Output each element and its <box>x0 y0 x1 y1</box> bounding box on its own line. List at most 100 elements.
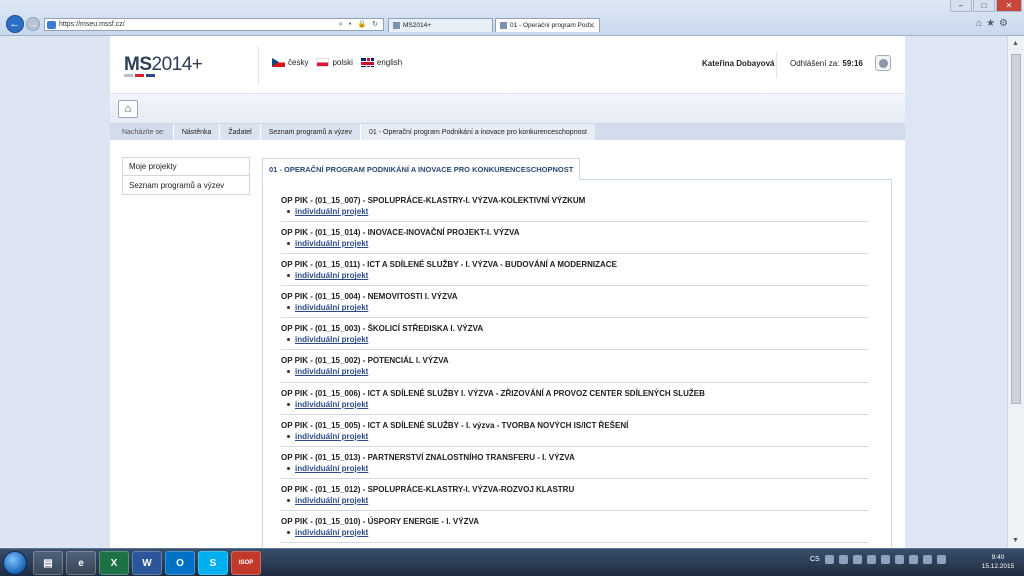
browser-tab-active[interactable]: 01 - Operační program Pod... ✕ <box>495 18 600 32</box>
uk-flag-icon <box>360 58 374 67</box>
skype-taskbar-icon[interactable]: S <box>198 551 228 575</box>
lang-english[interactable]: english <box>360 58 402 67</box>
scroll-up-icon[interactable]: ▲ <box>1012 40 1019 47</box>
page-scrollbar[interactable]: ▲ ▼ <box>1007 36 1024 548</box>
start-button[interactable] <box>3 551 27 575</box>
breadcrumb-item-applicant[interactable]: Žadatel <box>219 124 260 140</box>
isop-taskbar-icon[interactable]: ISOP <box>231 551 261 575</box>
breadcrumb-item-programs[interactable]: Seznam programů a výzev <box>259 124 361 140</box>
program-link-label[interactable]: individuální projekt <box>295 271 368 280</box>
browser-toolbar: – □ ✕ ← → https://mseu.mssf.cz/ ⌕ ▾ 🔒 ↻ … <box>0 0 1024 36</box>
tray-app-icon[interactable] <box>894 555 904 564</box>
program-link[interactable]: individuální projekt <box>287 335 869 344</box>
program-link[interactable]: individuální projekt <box>287 400 869 409</box>
program-link-label[interactable]: individuální projekt <box>295 400 368 409</box>
site-header: MS2014+ česky polski english Kateřina Do… <box>110 36 905 94</box>
program-link-label[interactable]: individuální projekt <box>295 335 368 344</box>
program-link-label[interactable]: individuální projekt <box>295 239 368 248</box>
program-link[interactable]: individuální projekt <box>287 367 869 376</box>
program-link-label[interactable]: individuální projekt <box>295 303 368 312</box>
tray-app-icon[interactable] <box>824 555 834 564</box>
address-icons[interactable]: ⌕ ▾ 🔒 ↻ <box>339 20 380 29</box>
lang-czech[interactable]: česky <box>272 58 308 67</box>
side-item-programs[interactable]: Seznam programů a výzev <box>123 176 249 194</box>
maximize-button[interactable]: □ <box>973 0 995 12</box>
site-favicon-icon <box>47 21 56 29</box>
program-link[interactable]: individuální projekt <box>287 528 869 537</box>
program-link-label[interactable]: individuální projekt <box>295 528 368 537</box>
tab-label: 01 - Operační program Pod... <box>510 22 595 29</box>
program-link-label[interactable]: individuální projekt <box>295 207 368 216</box>
gear-icon[interactable]: ⚙ <box>999 18 1012 29</box>
browser-tab[interactable]: MS2014+ <box>388 18 493 32</box>
excel-taskbar-icon[interactable]: X <box>99 551 129 575</box>
home-icon[interactable]: ⌂ <box>976 18 986 29</box>
bullet-icon <box>287 402 290 406</box>
page-background <box>0 36 110 548</box>
program-title: OP PIK - (01_15_007) - SPOLUPRÁCE-KLASTR… <box>281 196 586 205</box>
logo-rest-text: 2014+ <box>151 54 203 75</box>
program-link[interactable]: individuální projekt <box>287 239 869 248</box>
back-button[interactable]: ← <box>6 15 24 33</box>
bullet-icon <box>287 242 290 246</box>
program-link-label[interactable]: individuální projekt <box>295 496 368 505</box>
program-link[interactable]: individuální projekt <box>287 207 869 216</box>
program-title: OP PIK - (01_15_011) - ICT A SDÍLENÉ SLU… <box>281 260 617 270</box>
arrow-left-icon: ← <box>9 18 21 30</box>
program-link[interactable]: individuální projekt <box>287 271 869 280</box>
system-clock[interactable]: 9:40 15.12.2015 <box>978 553 1018 571</box>
program-link-label[interactable]: individuální projekt <box>295 464 368 473</box>
logout-time: 59:16 <box>842 59 863 68</box>
program-link-label[interactable]: individuální projekt <box>295 432 368 441</box>
explorer-taskbar-icon[interactable]: ▤ <box>33 551 63 575</box>
lang-label: polski <box>332 58 353 67</box>
tab-favicon-icon <box>500 22 507 29</box>
czech-flag-icon <box>272 58 285 67</box>
input-language[interactable]: CS <box>810 556 820 563</box>
bullet-icon <box>287 434 290 438</box>
power-icon <box>878 58 888 68</box>
ms2014-logo[interactable]: MS2014+ <box>124 54 203 76</box>
bullet-icon <box>287 274 290 278</box>
program-item: OP PIK - (01_15_003) - ŠKOLICÍ STŘEDISKA… <box>281 318 869 351</box>
bullet-icon <box>287 370 290 374</box>
home-button[interactable]: ⌂ <box>118 100 138 118</box>
breadcrumb-item-dashboard[interactable]: Nástěnka <box>172 124 220 140</box>
ie-taskbar-icon[interactable]: e <box>66 551 96 575</box>
star-icon[interactable]: ★ <box>986 18 999 29</box>
tray-app-icon[interactable] <box>866 555 876 564</box>
program-link[interactable]: individuální projekt <box>287 432 869 441</box>
web-page: MS2014+ česky polski english Kateřina Do… <box>110 36 905 548</box>
volume-icon[interactable] <box>922 555 932 564</box>
minimize-button[interactable]: – <box>950 0 972 12</box>
tab-label: MS2014+ <box>403 22 432 29</box>
address-bar[interactable]: https://mseu.mssf.cz/ ⌕ ▾ 🔒 ↻ <box>44 18 384 31</box>
scroll-thumb[interactable] <box>1011 54 1021 404</box>
lang-polish[interactable]: polski <box>316 58 353 67</box>
tray-app-icon[interactable] <box>880 555 890 564</box>
polish-flag-icon <box>316 58 330 67</box>
program-item: OP PIK - (01_15_007) - SPOLUPRÁCE-KLASTR… <box>281 190 869 223</box>
tray-app-icon[interactable] <box>852 555 862 564</box>
program-link[interactable]: individuální projekt <box>287 303 869 312</box>
program-link-label[interactable]: individuální projekt <box>295 367 368 376</box>
network-icon[interactable] <box>908 555 918 564</box>
program-link[interactable]: individuální projekt <box>287 496 869 505</box>
side-item-my-projects[interactable]: Moje projekty <box>123 158 249 176</box>
scroll-down-icon[interactable]: ▼ <box>1012 537 1019 544</box>
logout-button[interactable] <box>875 55 891 71</box>
logo-bar <box>135 74 144 77</box>
bullet-icon <box>287 498 290 502</box>
tray-app-icon[interactable] <box>838 555 848 564</box>
divider <box>776 52 777 78</box>
outlook-taskbar-icon[interactable]: O <box>165 551 195 575</box>
program-link[interactable]: individuální projekt <box>287 464 869 473</box>
logo-bars <box>124 74 155 77</box>
word-taskbar-icon[interactable]: W <box>132 551 162 575</box>
close-window-button[interactable]: ✕ <box>996 0 1022 12</box>
forward-button[interactable]: → <box>26 17 40 31</box>
browser-tools[interactable]: ⌂★⚙ <box>976 18 1012 29</box>
flag-icon[interactable] <box>936 555 946 564</box>
tab-close-icon[interactable]: ✕ <box>588 21 595 30</box>
lang-label: česky <box>288 58 309 67</box>
